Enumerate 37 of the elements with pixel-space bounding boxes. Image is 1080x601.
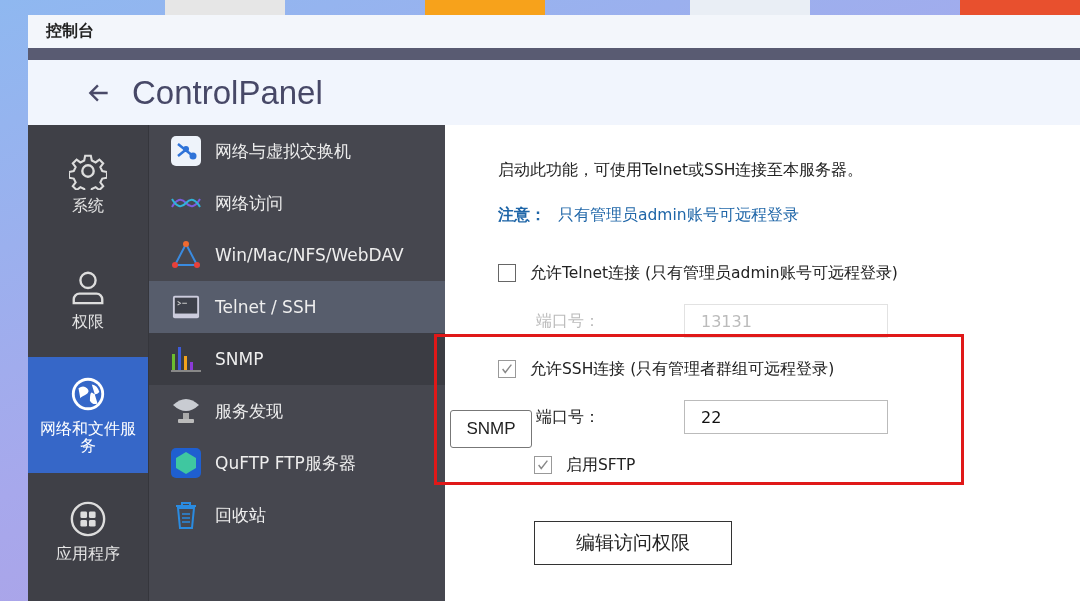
checkbox-label: 允许Telnet连接 (只有管理员admin账号可远程登录) bbox=[530, 262, 898, 284]
menu-item[interactable]: 回收站 bbox=[149, 489, 445, 541]
edit-access-button[interactable]: 编辑访问权限 bbox=[534, 521, 732, 565]
apps-icon bbox=[69, 499, 107, 538]
checkbox-label: 允许SSH连接 (只有管理者群组可远程登录) bbox=[530, 358, 835, 380]
ftp-icon bbox=[171, 448, 201, 478]
port-label: 端口号： bbox=[536, 310, 601, 332]
port-label: 端口号： bbox=[536, 406, 601, 428]
menu-item[interactable]: 服务发现 bbox=[149, 385, 445, 437]
category-item[interactable]: 系统 bbox=[28, 125, 148, 241]
satellite-dish-icon bbox=[171, 397, 201, 425]
window-title: 控制台 bbox=[46, 21, 94, 42]
network-icon bbox=[171, 136, 201, 166]
menu-item[interactable]: QuFTP FTP服务器 bbox=[149, 437, 445, 489]
checkbox[interactable] bbox=[534, 456, 552, 474]
note-text: 只有管理员admin账号可远程登录 bbox=[558, 205, 799, 226]
category-item[interactable]: 权限 bbox=[28, 241, 148, 357]
check-icon bbox=[500, 362, 514, 376]
menu-item[interactable]: 网络访问 bbox=[149, 177, 445, 229]
check-icon bbox=[536, 458, 550, 472]
category-item[interactable]: 网络和文件服务 bbox=[28, 357, 148, 473]
menu-item[interactable]: Telnet / SSH bbox=[149, 281, 445, 333]
tooltip: SNMP bbox=[450, 410, 532, 448]
terminal-icon bbox=[171, 293, 201, 321]
bar-chart-icon bbox=[171, 346, 201, 372]
menu-item[interactable]: 网络与虚拟交换机 bbox=[149, 125, 445, 177]
checkbox[interactable] bbox=[498, 360, 516, 378]
category-item[interactable]: 应用程序 bbox=[28, 473, 148, 589]
menu-item[interactable]: Win/Mac/NFS/WebDAV bbox=[149, 229, 445, 281]
menu-item[interactable]: SNMP bbox=[149, 333, 445, 385]
checkbox[interactable] bbox=[498, 264, 516, 282]
note-label: 注意： bbox=[498, 205, 546, 226]
checkbox-label: 启用SFTP bbox=[566, 454, 636, 476]
description-text: 启动此功能，可使用Telnet或SSH连接至本服务器。 bbox=[498, 160, 865, 181]
triangle-icon bbox=[171, 240, 201, 270]
port-input[interactable]: 22 bbox=[684, 400, 888, 434]
page-title: ControlPanel bbox=[132, 73, 323, 112]
